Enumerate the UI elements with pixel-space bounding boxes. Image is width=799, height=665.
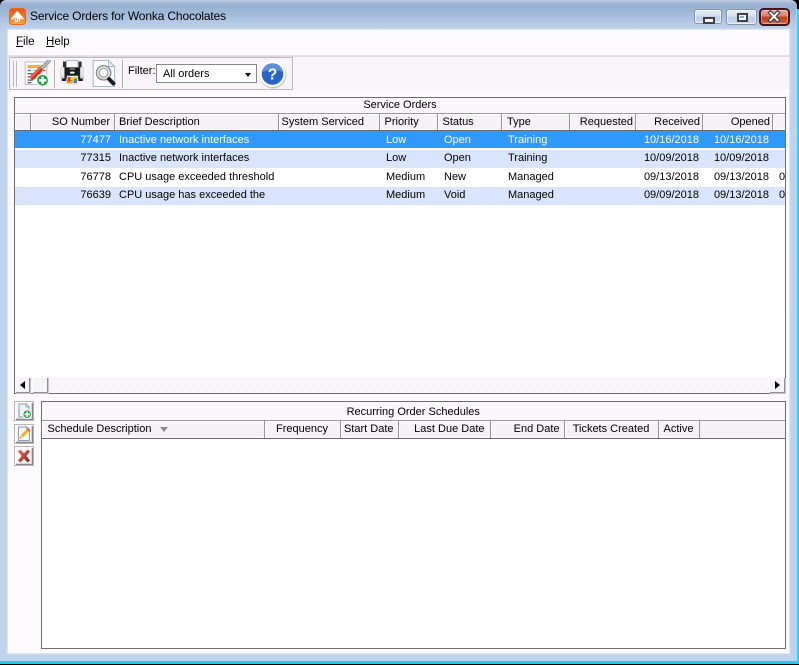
svg-text:?: ? <box>268 66 278 83</box>
